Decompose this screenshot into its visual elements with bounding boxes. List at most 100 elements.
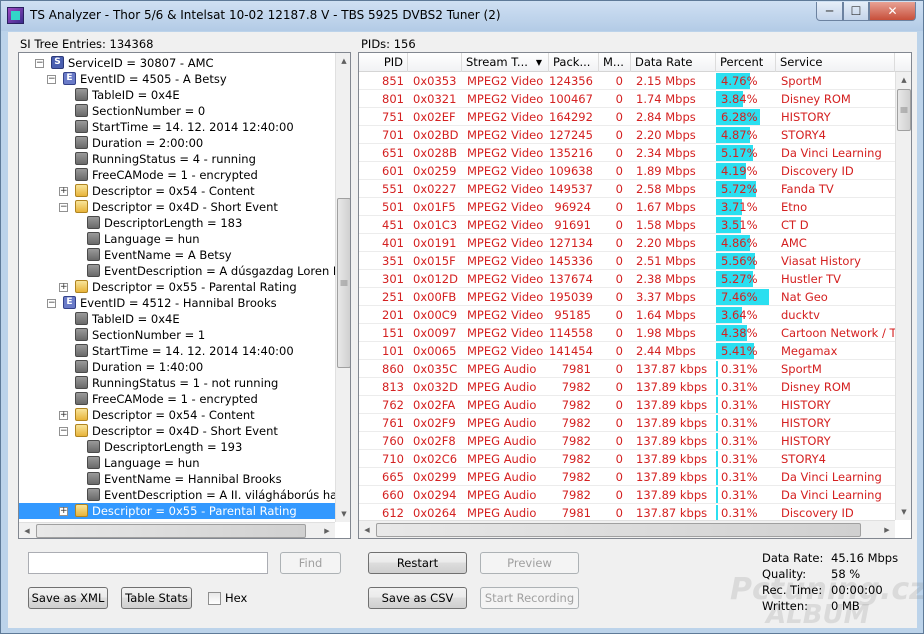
pid-row[interactable]: 860 0x035C MPEG Audio 7981 0 137.87 kbps 0.31%…: [359, 360, 895, 378]
tree-horizontal-scrollbar[interactable]: ◀ ▶: [19, 522, 335, 538]
scroll-left-icon[interactable]: ◀: [19, 523, 35, 538]
pid-row[interactable]: 660 0x0294 MPEG Audio 7982 0 137.89 kbps 0.31%…: [359, 486, 895, 504]
tree-node[interactable]: FreeCAMode = 1 - encrypted: [19, 391, 335, 407]
tree-node[interactable]: DescriptorLength = 183: [19, 215, 335, 231]
tree-node[interactable]: + Descriptor = 0x54 - Content: [19, 407, 335, 423]
maximize-button[interactable]: ☐: [843, 2, 869, 21]
pid-row[interactable]: 760 0x02F8 MPEG Audio 7982 0 137.89 kbps 0.31%…: [359, 432, 895, 450]
collapse-icon[interactable]: −: [35, 59, 44, 68]
collapse-icon[interactable]: −: [59, 427, 68, 436]
pid-row[interactable]: 201 0x00C9 MPEG2 Video 95185 0 1.64 Mbps 3.64%…: [359, 306, 895, 324]
tree-node[interactable]: FreeCAMode = 1 - encrypted: [19, 167, 335, 183]
tree-node[interactable]: SectionNumber = 0: [19, 103, 335, 119]
scroll-down-icon[interactable]: ▼: [336, 506, 350, 522]
col-percent[interactable]: Percent: [716, 53, 776, 72]
col-missing[interactable]: M...: [599, 53, 631, 72]
scroll-right-icon[interactable]: ▶: [319, 523, 335, 538]
tree-node[interactable]: Language = hun: [19, 455, 335, 471]
pid-row[interactable]: 801 0x0321 MPEG2 Video 100467 0 1.74 Mbps 3.84…: [359, 90, 895, 108]
col-service[interactable]: Service: [776, 53, 895, 72]
title-bar[interactable]: TS Analyzer - Thor 5/6 & Intelsat 10-02 …: [1, 1, 923, 31]
col-data-rate[interactable]: Data Rate: [631, 53, 716, 72]
pid-horizontal-scrollbar[interactable]: ◀ ▶: [359, 520, 895, 538]
scroll-left-icon[interactable]: ◀: [359, 522, 375, 538]
tree-vertical-scrollbar[interactable]: ▲ ▼: [335, 53, 350, 522]
pid-row[interactable]: 401 0x0191 MPEG2 Video 127134 0 2.20 Mbps 4.86…: [359, 234, 895, 252]
tree-hscroll-thumb[interactable]: [36, 524, 306, 538]
pid-row[interactable]: 601 0x0259 MPEG2 Video 109638 0 1.89 Mbps 4.19…: [359, 162, 895, 180]
col-pid[interactable]: PID: [359, 53, 408, 72]
tree-node[interactable]: Duration = 1:40:00: [19, 359, 335, 375]
tree-node[interactable]: TableID = 0x4E: [19, 311, 335, 327]
expand-icon[interactable]: +: [59, 187, 68, 196]
expand-icon[interactable]: +: [59, 507, 68, 516]
tree-node[interactable]: StartTime = 14. 12. 2014 14:40:00: [19, 343, 335, 359]
expand-icon[interactable]: +: [59, 411, 68, 420]
pid-row[interactable]: 665 0x0299 MPEG Audio 7982 0 137.89 kbps 0.31%…: [359, 468, 895, 486]
collapse-icon[interactable]: −: [47, 75, 56, 84]
tree-node[interactable]: − Descriptor = 0x4D - Short Event: [19, 199, 335, 215]
close-button[interactable]: ✕: [869, 2, 916, 21]
start-recording-button[interactable]: Start Recording: [480, 587, 579, 609]
tree-node[interactable]: RunningStatus = 1 - not running: [19, 375, 335, 391]
pid-row[interactable]: 251 0x00FB MPEG2 Video 195039 0 3.37 Mbps 7.46…: [359, 288, 895, 306]
tree-node[interactable]: Duration = 2:00:00: [19, 135, 335, 151]
pid-row[interactable]: 851 0x0353 MPEG2 Video 124356 0 2.15 Mbps 4.76…: [359, 72, 895, 90]
tree-node[interactable]: − E EventID = 4512 - Hannibal Brooks: [19, 295, 335, 311]
find-button[interactable]: Find: [280, 552, 341, 574]
tree-node[interactable]: RunningStatus = 4 - running: [19, 151, 335, 167]
tree-node[interactable]: EventDescription = A dúsgazdag Loren H: [19, 263, 342, 279]
pid-row[interactable]: 451 0x01C3 MPEG2 Video 91691 0 1.58 Mbps 3.51%…: [359, 216, 895, 234]
pid-row[interactable]: 651 0x028B MPEG2 Video 135216 0 2.34 Mbps 5.17…: [359, 144, 895, 162]
scroll-right-icon[interactable]: ▶: [879, 522, 895, 538]
save-as-csv-button[interactable]: Save as CSV: [368, 587, 467, 609]
pid-row[interactable]: 351 0x015F MPEG2 Video 145336 0 2.51 Mbps 5.56…: [359, 252, 895, 270]
tree-node[interactable]: − E EventID = 4505 - A Betsy: [19, 71, 335, 87]
pid-row[interactable]: 101 0x0065 MPEG2 Video 141454 0 2.44 Mbps 5.41…: [359, 342, 895, 360]
col-packets[interactable]: Pack...: [549, 53, 599, 72]
pid-row[interactable]: 762 0x02FA MPEG Audio 7982 0 137.89 kbps 0.31%…: [359, 396, 895, 414]
expand-icon[interactable]: +: [59, 283, 68, 292]
minimize-button[interactable]: ─: [816, 2, 843, 21]
scroll-up-icon[interactable]: ▲: [336, 53, 350, 69]
save-as-xml-button[interactable]: Save as XML: [28, 587, 108, 609]
pid-row[interactable]: 813 0x032D MPEG Audio 7982 0 137.89 kbps 0.31%…: [359, 378, 895, 396]
collapse-icon[interactable]: −: [47, 299, 56, 308]
pid-row[interactable]: 551 0x0227 MPEG2 Video 149537 0 2.58 Mbps 5.72…: [359, 180, 895, 198]
tree-node[interactable]: − Descriptor = 0x4D - Short Event: [19, 423, 335, 439]
tree-node[interactable]: TableID = 0x4E: [19, 87, 335, 103]
pid-vscroll-thumb[interactable]: [897, 89, 911, 131]
tree-node[interactable]: EventName = Hannibal Brooks: [19, 471, 335, 487]
tree-vscroll-thumb[interactable]: [337, 198, 350, 368]
tree-node[interactable]: EventName = A Betsy: [19, 247, 335, 263]
find-input[interactable]: [28, 552, 268, 574]
pid-row[interactable]: 501 0x01F5 MPEG2 Video 96924 0 1.67 Mbps 3.71%…: [359, 198, 895, 216]
tree-node[interactable]: Language = hun: [19, 231, 335, 247]
preview-button[interactable]: Preview: [480, 552, 579, 574]
pid-row[interactable]: 761 0x02F9 MPEG Audio 7982 0 137.89 kbps 0.31%…: [359, 414, 895, 432]
tree-node[interactable]: SectionNumber = 1: [19, 327, 335, 343]
pid-row[interactable]: 710 0x02C6 MPEG Audio 7982 0 137.89 kbps 0.31%…: [359, 450, 895, 468]
table-stats-button[interactable]: Table Stats: [121, 587, 192, 609]
restart-button[interactable]: Restart: [368, 552, 467, 574]
col-pid-hex[interactable]: [408, 53, 462, 72]
tree-node[interactable]: + Descriptor = 0x55 - Parental Rating: [19, 279, 335, 295]
tree-node[interactable]: − S ServiceID = 30807 - AMC: [19, 55, 335, 71]
pid-row[interactable]: 301 0x012D MPEG2 Video 137674 0 2.38 Mbps 5.27…: [359, 270, 895, 288]
tree-node[interactable]: DescriptorLength = 193: [19, 439, 335, 455]
si-tree[interactable]: − S ServiceID = 30807 - AMC − E EventID = 450…: [18, 52, 351, 539]
scroll-up-icon[interactable]: ▲: [896, 72, 911, 88]
scroll-down-icon[interactable]: ▼: [896, 504, 911, 520]
col-stream-type[interactable]: Stream T... ▼: [462, 53, 549, 72]
pid-list[interactable]: PID Stream T... ▼ Pack... M... Data Rate …: [358, 52, 912, 539]
tree-node[interactable]: EventDescription = A II. világháborús ha: [19, 487, 337, 503]
hex-checkbox[interactable]: [208, 592, 221, 605]
pid-row[interactable]: 151 0x0097 MPEG2 Video 114558 0 1.98 Mbps 4.38…: [359, 324, 895, 342]
tree-node[interactable]: + Descriptor = 0x55 - Parental Rating: [19, 503, 335, 519]
tree-node[interactable]: StartTime = 14. 12. 2014 12:40:00: [19, 119, 335, 135]
pid-row[interactable]: 701 0x02BD MPEG2 Video 127245 0 2.20 Mbps 4.87…: [359, 126, 895, 144]
collapse-icon[interactable]: −: [59, 203, 68, 212]
pid-hscroll-thumb[interactable]: [376, 523, 861, 537]
pid-row[interactable]: 751 0x02EF MPEG2 Video 164292 0 2.84 Mbps 6.28…: [359, 108, 895, 126]
pid-vertical-scrollbar[interactable]: ▲ ▼: [895, 72, 911, 520]
